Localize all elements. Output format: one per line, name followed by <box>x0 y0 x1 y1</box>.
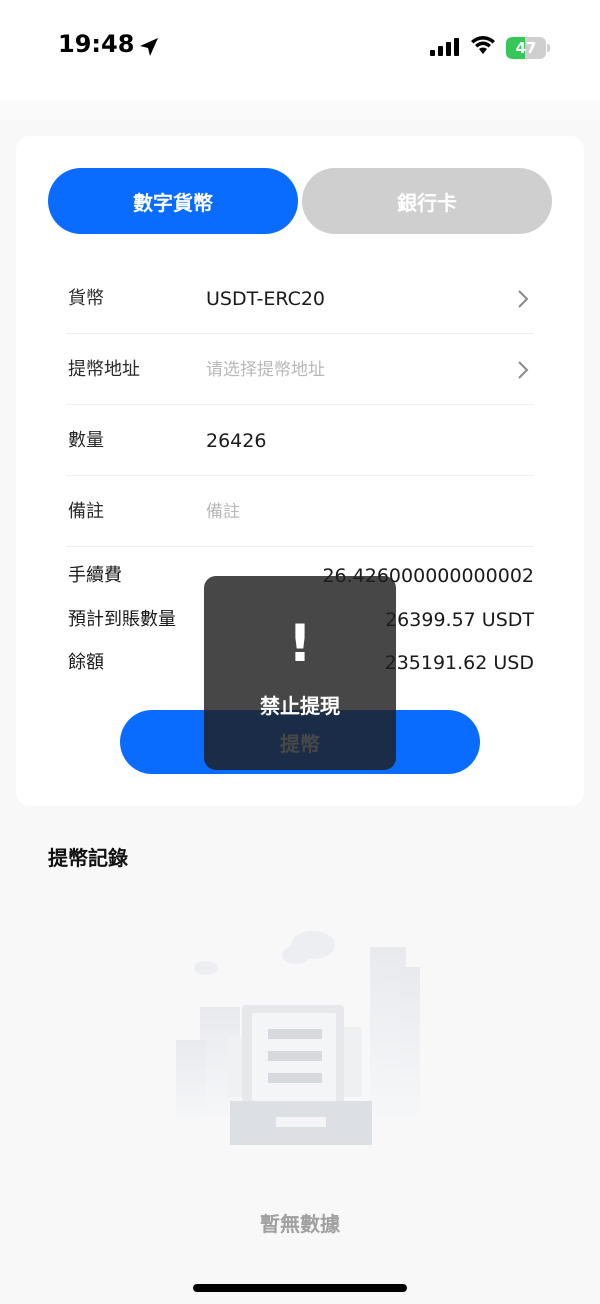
empty-state-text: 暫無數據 <box>260 1212 340 1236</box>
note-label: 備註 <box>68 501 104 522</box>
tab-crypto[interactable]: 數字貨幣 <box>48 168 298 234</box>
tab-bank-card[interactable]: 銀行卡 <box>302 168 552 234</box>
address-placeholder: 请选择提幣地址 <box>206 360 325 380</box>
nav-bar-remnant <box>0 100 600 120</box>
balance-value: 235191.62 USD <box>384 652 534 674</box>
exclamation-icon: ! <box>288 614 312 674</box>
records-title: 提幣記錄 <box>48 846 128 870</box>
home-indicator[interactable] <box>193 1284 407 1292</box>
currency-label: 貨幣 <box>68 288 104 309</box>
wifi-icon <box>471 36 495 54</box>
amount-input[interactable]: 26426 <box>206 406 266 476</box>
chevron-right-icon <box>518 290 529 308</box>
expected-value: 26399.57 USDT <box>385 609 534 631</box>
empty-state-illustration <box>176 931 420 1145</box>
expected-label: 預計到賬數量 <box>68 609 176 630</box>
fee-label: 手續費 <box>68 565 122 586</box>
status-bar: 19:48 47 <box>0 0 600 100</box>
address-label: 提幣地址 <box>68 359 140 380</box>
status-time: 19:48 <box>58 30 135 58</box>
currency-value: USDT-ERC20 <box>206 288 326 310</box>
battery-level-text: 47 <box>515 39 537 57</box>
chevron-right-icon <box>518 361 529 379</box>
toast-message: 禁止提現 <box>260 694 340 718</box>
address-row[interactable]: 提幣地址 请选择提幣地址 <box>66 335 534 405</box>
currency-row[interactable]: 貨幣 USDT-ERC20 <box>66 264 534 334</box>
error-toast: ! 禁止提現 <box>204 576 396 770</box>
signal-icon <box>430 38 459 56</box>
note-row[interactable]: 備註 備註 <box>66 477 534 547</box>
note-input[interactable]: 備註 <box>206 477 240 547</box>
balance-label: 餘額 <box>68 652 104 673</box>
battery-icon: 47 <box>506 37 550 59</box>
location-arrow-icon <box>140 38 158 56</box>
amount-label: 數量 <box>68 430 104 451</box>
amount-row[interactable]: 數量 26426 <box>66 406 534 476</box>
